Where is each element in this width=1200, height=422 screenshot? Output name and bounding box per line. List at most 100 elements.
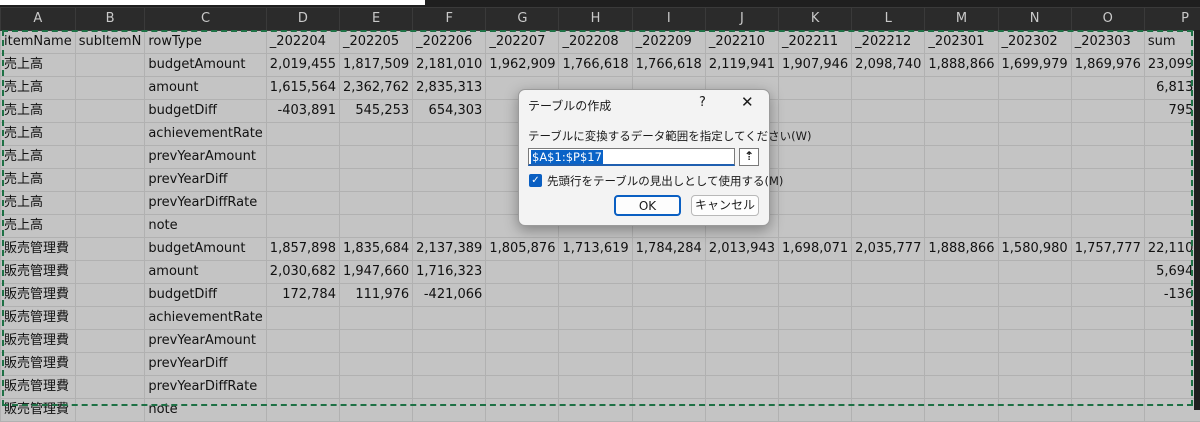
cell-h[interactable] [559,399,632,422]
cell-o[interactable] [1071,215,1144,238]
cell-c[interactable]: budgetAmount [145,54,266,77]
cell-f[interactable] [413,376,486,399]
cell-c[interactable]: prevYearDiffRate [145,192,266,215]
cell-j[interactable] [705,284,778,307]
cell-j[interactable] [705,330,778,353]
help-icon[interactable]: ? [699,95,706,110]
cell-f[interactable]: _202206 [413,31,486,54]
cell-j[interactable]: 2,013,943 [705,238,778,261]
cell-e[interactable] [339,353,412,376]
cell-c[interactable]: prevYearDiff [145,169,266,192]
cell-l[interactable] [852,215,925,238]
cell-o[interactable] [1071,169,1144,192]
cell-i[interactable] [632,399,705,422]
cell-m[interactable] [925,169,998,192]
cell-g[interactable]: 1,962,909 [486,54,559,77]
cell-h[interactable] [559,376,632,399]
cell-i[interactable]: 1,784,284 [632,238,705,261]
ok-button[interactable]: OK [614,195,681,216]
cell-g[interactable] [486,284,559,307]
range-input[interactable]: $A$1:$P$17 [528,148,735,166]
cell-d[interactable] [266,146,339,169]
cell-b[interactable]: subItemN [75,31,145,54]
cell-b[interactable] [75,330,145,353]
cell-b[interactable] [75,54,145,77]
cell-h[interactable]: _202208 [559,31,632,54]
cell-n[interactable] [998,123,1071,146]
cell-a[interactable]: 販売管理費 [1,261,76,284]
cell-l[interactable] [852,192,925,215]
cell-d[interactable] [266,192,339,215]
cell-f[interactable] [413,353,486,376]
cell-o[interactable]: _202303 [1071,31,1144,54]
cell-c[interactable]: achievementRate [145,307,266,330]
cell-p[interactable] [1144,353,1200,376]
cell-j[interactable]: 2,119,941 [705,54,778,77]
cell-k[interactable] [779,353,852,376]
cell-f[interactable] [413,146,486,169]
cell-h[interactable]: 1,713,619 [559,238,632,261]
cell-m[interactable] [925,192,998,215]
cell-k[interactable] [779,376,852,399]
cell-c[interactable]: amount [145,261,266,284]
cell-l[interactable] [852,330,925,353]
cell-e[interactable] [339,215,412,238]
cell-j[interactable] [705,376,778,399]
column-header-c[interactable]: C [145,8,266,31]
cell-p[interactable]: 22,110,164 [1144,238,1200,261]
cell-e[interactable]: 2,362,762 [339,77,412,100]
cell-a[interactable]: 売上高 [1,123,76,146]
cell-n[interactable] [998,353,1071,376]
cell-k[interactable] [779,307,852,330]
cell-o[interactable]: 1,869,976 [1071,54,1144,77]
cell-o[interactable] [1071,284,1144,307]
cell-k[interactable] [779,146,852,169]
cancel-button[interactable]: キャンセル [691,195,759,216]
cell-e[interactable]: 1,947,660 [339,261,412,284]
cell-k[interactable] [779,284,852,307]
cell-c[interactable]: budgetDiff [145,284,266,307]
cell-n[interactable] [998,146,1071,169]
cell-c[interactable]: note [145,215,266,238]
cell-k[interactable] [779,100,852,123]
cell-a[interactable]: 販売管理費 [1,376,76,399]
cell-e[interactable] [339,399,412,422]
cell-b[interactable] [75,261,145,284]
cell-a[interactable]: 売上高 [1,100,76,123]
cell-e[interactable] [339,376,412,399]
cell-n[interactable]: 1,699,979 [998,54,1071,77]
cell-l[interactable]: 2,098,740 [852,54,925,77]
cell-i[interactable] [632,353,705,376]
cell-h[interactable] [559,353,632,376]
column-header-e[interactable]: E [339,8,412,31]
cell-p[interactable] [1144,307,1200,330]
cell-g[interactable]: _202207 [486,31,559,54]
cell-g[interactable] [486,353,559,376]
cell-o[interactable] [1071,399,1144,422]
cell-d[interactable]: 1,615,564 [266,77,339,100]
cell-d[interactable]: _202204 [266,31,339,54]
cell-e[interactable]: 1,835,684 [339,238,412,261]
cell-e[interactable]: _202205 [339,31,412,54]
cell-m[interactable] [925,261,998,284]
cell-d[interactable] [266,307,339,330]
cell-h[interactable] [559,261,632,284]
cell-l[interactable] [852,399,925,422]
cell-c[interactable]: amount [145,77,266,100]
cell-o[interactable] [1071,192,1144,215]
cell-m[interactable] [925,77,998,100]
cell-p[interactable] [1144,146,1200,169]
cell-b[interactable] [75,146,145,169]
cell-n[interactable]: _202302 [998,31,1071,54]
cell-c[interactable]: rowType [145,31,266,54]
cell-f[interactable] [413,123,486,146]
cell-m[interactable] [925,215,998,238]
cell-a[interactable]: 販売管理費 [1,353,76,376]
cell-k[interactable]: _202211 [779,31,852,54]
cell-g[interactable] [486,399,559,422]
cell-h[interactable]: 1,766,618 [559,54,632,77]
cell-l[interactable] [852,169,925,192]
cell-m[interactable] [925,399,998,422]
cell-k[interactable] [779,192,852,215]
cell-f[interactable]: 2,137,389 [413,238,486,261]
